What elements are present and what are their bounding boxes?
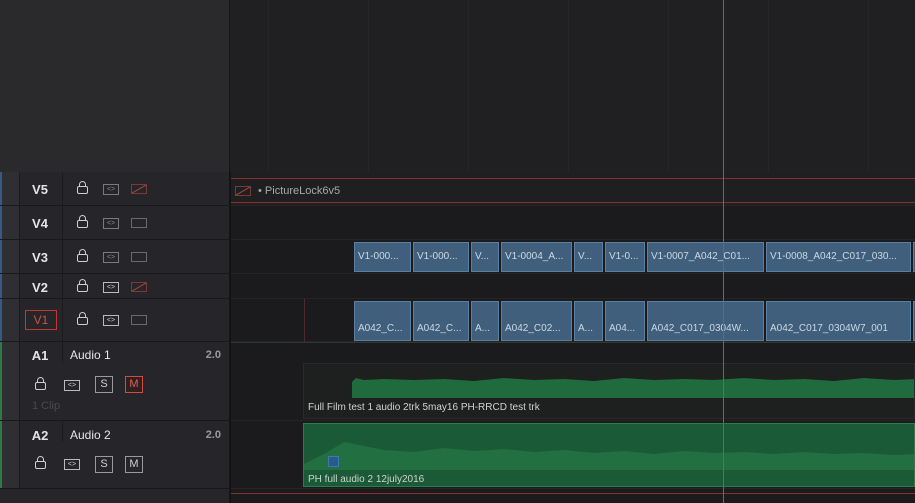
track-color-strip	[0, 206, 20, 239]
timeline-row-v1[interactable]: A042_C... A042_C... A... A042_C02... A..…	[231, 299, 915, 342]
audio-track-name[interactable]: Audio 2	[70, 428, 111, 442]
track-header-a2[interactable]: A2 Audio 2 2.0 <> S M	[0, 421, 229, 489]
video-clip[interactable]: V1-0...	[605, 242, 645, 272]
auto-select-icon[interactable]: <>	[103, 218, 119, 229]
disabled-track-icon	[235, 186, 251, 196]
timeline-upper-area	[230, 0, 915, 172]
auto-select-icon[interactable]: <>	[103, 282, 119, 293]
monitor-icon[interactable]	[131, 218, 147, 228]
track-header-a1[interactable]: A1 Audio 1 2.0 <> S M 1 Clip	[0, 342, 229, 421]
grid-line	[668, 0, 669, 172]
auto-select-icon[interactable]: <>	[103, 184, 119, 195]
edit-marker-line	[304, 299, 305, 342]
mute-button[interactable]: M	[125, 456, 143, 473]
grid-line	[868, 0, 869, 172]
timeline-row-a2[interactable]: PH full audio 2 12july2016	[231, 421, 915, 489]
grid-line	[468, 0, 469, 172]
audio-clip-title: Full Film test 1 audio 2trk 5may16 PH-RR…	[308, 402, 540, 413]
viewer-side-panel	[0, 0, 230, 172]
track-color-strip	[0, 172, 20, 205]
auto-select-icon[interactable]: <>	[103, 315, 119, 326]
lock-icon[interactable]	[77, 312, 88, 325]
track-name: A1	[31, 348, 49, 363]
destination-track-v1[interactable]: V1	[25, 310, 57, 330]
audio-clip-title: PH full audio 2 12july2016	[308, 474, 425, 485]
track-header-v1[interactable]: V1 <>	[0, 299, 229, 342]
range-line	[231, 493, 915, 494]
video-clip[interactable]: V1-0007_A042_C01...	[647, 242, 764, 272]
track-name: A2	[31, 428, 49, 443]
timeline-row-v2[interactable]	[231, 274, 915, 299]
playhead[interactable]	[723, 0, 724, 503]
grid-line	[368, 0, 369, 172]
video-clip[interactable]: V...	[574, 242, 603, 272]
clip-count: 1 Clip	[32, 400, 61, 412]
timeline-row-v3[interactable]: V1-000... V1-000... V... V1-0004_A... V.…	[231, 240, 915, 274]
grid-line	[768, 0, 769, 172]
track-name: V2	[32, 280, 48, 295]
lock-icon[interactable]	[35, 456, 46, 469]
timeline-row-v5[interactable]: • PictureLock6v5	[231, 172, 915, 206]
video-clip[interactable]: A04...	[605, 301, 645, 341]
monitor-icon[interactable]	[131, 315, 147, 325]
auto-select-icon[interactable]: <>	[103, 252, 119, 263]
track-header-v3[interactable]: V3 <>	[0, 240, 229, 274]
lock-icon[interactable]	[77, 279, 88, 292]
track-header-v5[interactable]: V5 <>	[0, 172, 229, 206]
audio-waveform	[304, 442, 914, 470]
auto-select-icon[interactable]: <>	[64, 380, 80, 391]
track-header-v4[interactable]: V4 <>	[0, 206, 229, 240]
monitor-disabled-icon[interactable]	[131, 184, 147, 194]
auto-select-icon[interactable]: <>	[64, 459, 80, 470]
audio-waveform	[352, 378, 914, 398]
video-clip[interactable]: A...	[471, 301, 499, 341]
grid-line	[268, 0, 269, 172]
audio-clip-a2[interactable]: PH full audio 2 12july2016	[303, 423, 915, 487]
lock-icon[interactable]	[77, 215, 88, 228]
audio-channel-format: 2.0	[205, 429, 221, 441]
track-color-strip	[0, 342, 20, 420]
video-clip[interactable]: V1-000...	[413, 242, 469, 272]
video-clip[interactable]: A042_C...	[413, 301, 469, 341]
solo-button[interactable]: S	[95, 456, 113, 473]
track-header-v2[interactable]: V2 <>	[0, 274, 229, 299]
track-color-strip	[0, 274, 20, 298]
track-color-strip	[0, 299, 20, 341]
range-line	[231, 202, 915, 203]
timeline-row-a1[interactable]: Full Film test 1 audio 2trk 5may16 PH-RR…	[231, 342, 915, 421]
lock-icon[interactable]	[35, 377, 46, 390]
video-clip[interactable]: V1-0004_A...	[501, 242, 572, 272]
timeline-row-v4[interactable]	[231, 206, 915, 240]
lock-icon[interactable]	[77, 181, 88, 194]
monitor-icon[interactable]	[131, 252, 147, 262]
grid-line	[568, 0, 569, 172]
track-headers: V5 <> V4 <> V3 <> V2 <> V1 <> A1 Audio 1…	[0, 172, 231, 503]
video-clip[interactable]: V1-0008_A042_C017_030...	[766, 242, 911, 272]
solo-button[interactable]: S	[95, 376, 113, 393]
video-clip[interactable]: A042_C017_0304W7_001	[766, 301, 911, 341]
lock-icon[interactable]	[77, 249, 88, 262]
audio-clip-a1[interactable]: Full Film test 1 audio 2trk 5may16 PH-RR…	[303, 363, 915, 419]
mute-button[interactable]: M	[125, 376, 143, 393]
video-clip[interactable]: A042_C017_0304W...	[647, 301, 764, 341]
video-clip[interactable]: A042_C...	[354, 301, 411, 341]
range-line	[231, 178, 915, 179]
keyframe-marker[interactable]	[328, 456, 339, 467]
track-color-strip	[0, 421, 20, 488]
audio-channel-format: 2.0	[205, 349, 221, 361]
track-color-strip	[0, 240, 20, 273]
timeline-tracks[interactable]: • PictureLock6v5 V1-000... V1-000... V..…	[231, 172, 915, 503]
audio-track-name[interactable]: Audio 1	[70, 348, 111, 362]
track-name: V5	[32, 182, 48, 197]
video-clip[interactable]: A042_C02...	[501, 301, 572, 341]
video-clip[interactable]: A...	[574, 301, 603, 341]
sequence-label: • PictureLock6v5	[258, 185, 341, 197]
monitor-disabled-icon[interactable]	[131, 282, 147, 292]
video-clip[interactable]: V1-000...	[354, 242, 411, 272]
track-name: V3	[32, 250, 48, 265]
track-name: V4	[32, 216, 48, 231]
video-clip[interactable]: V...	[471, 242, 499, 272]
